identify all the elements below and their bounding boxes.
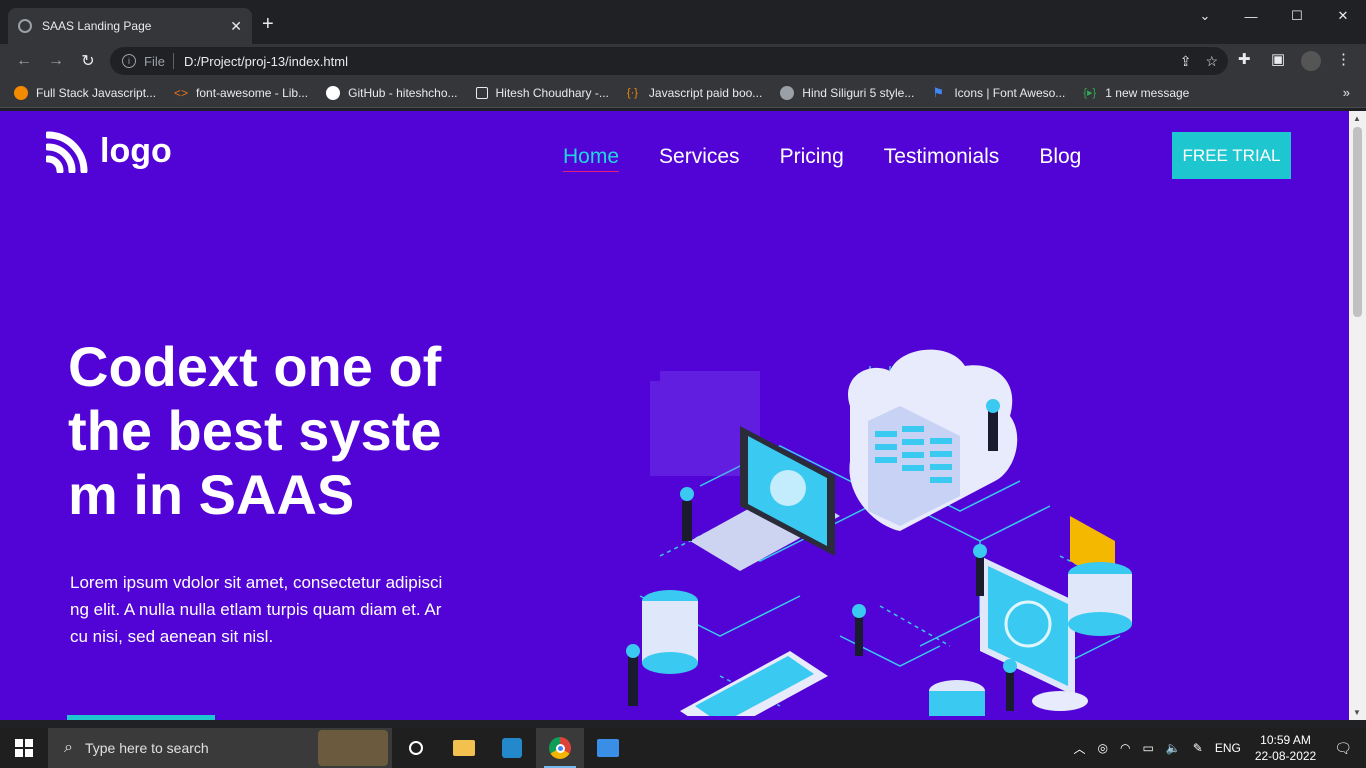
scroll-up-icon[interactable]: ▲ [1353, 114, 1361, 123]
main-nav: Home Services Pricing Testimonials Blog [563, 145, 1081, 172]
address-bar[interactable]: i File D:/Project/proj-13/index.html ⇪ ☆ [110, 47, 1228, 75]
more-bookmarks-icon[interactable]: » [1343, 85, 1350, 100]
start-button[interactable] [0, 728, 48, 768]
photos-icon[interactable] [584, 728, 632, 768]
page-icon [475, 86, 488, 99]
chevron-up-icon[interactable]: ︿ [1073, 740, 1085, 757]
tab-search-icon[interactable]: ⌄ [1182, 0, 1228, 32]
window-controls: ⌄ — ☐ ✕ [1182, 0, 1366, 32]
info-icon[interactable]: i [122, 54, 136, 68]
new-tab-button[interactable]: + [262, 14, 274, 34]
taskbar-search[interactable]: ⌕ Type here to search [48, 728, 392, 768]
code-icon: <> [174, 85, 189, 100]
scrollbar-thumb[interactable] [1353, 127, 1362, 317]
reload-icon[interactable]: ↻ [72, 51, 104, 71]
volume-icon[interactable]: 🔈 [1166, 741, 1181, 755]
cloud-network-illustration [626, 349, 1132, 716]
menu-icon[interactable]: ⋮ [1336, 50, 1351, 68]
maximize-button[interactable]: ☐ [1274, 0, 1320, 32]
minimize-button[interactable]: — [1228, 0, 1274, 32]
bookmark-item[interactable]: {·} Javascript paid boo... [627, 86, 762, 100]
logo-wave-icon [46, 131, 88, 173]
language-indicator[interactable]: ENG [1215, 741, 1241, 755]
bookmark-item[interactable]: ⚑ Icons | Font Aweso... [932, 84, 1065, 100]
divider [172, 53, 174, 69]
logo-text: logo [100, 131, 172, 170]
bookmark-star-icon[interactable]: ☆ [1205, 53, 1218, 70]
browser-tabstrip: SAAS Landing Page ✕ + ⌄ — ☐ ✕ [0, 0, 1366, 44]
globe-icon [780, 85, 795, 100]
search-highlight-image [318, 730, 388, 766]
clock-time: 10:59 AM [1260, 733, 1311, 747]
search-placeholder: Type here to search [84, 740, 209, 756]
flag-icon: ⚑ [932, 84, 944, 100]
windows-logo-icon [15, 739, 33, 757]
bookmark-item[interactable]: GitHub - hiteshcho... [326, 85, 458, 100]
nav-blog[interactable]: Blog [1039, 145, 1081, 172]
forward-icon[interactable]: → [40, 52, 72, 70]
nav-testimonials[interactable]: Testimonials [884, 145, 1000, 172]
hero-button[interactable] [67, 715, 215, 720]
nav-pricing[interactable]: Pricing [780, 145, 844, 172]
hero-title: Codext one of the best system in SAAS [68, 335, 442, 526]
github-icon [326, 85, 341, 100]
search-icon: ⌕ [64, 739, 73, 756]
profile-avatar[interactable] [1301, 51, 1321, 71]
globe-icon [18, 19, 32, 33]
page-viewport: logo Home Services Pricing Testimonials … [0, 111, 1349, 720]
page-scrollbar[interactable]: ▲ ▼ [1349, 111, 1366, 720]
bookmark-item[interactable]: <> font-awesome - Lib... [174, 86, 308, 100]
scroll-down-icon[interactable]: ▼ [1353, 708, 1361, 717]
cortana-icon[interactable] [392, 728, 440, 768]
bookmarks-bar: Full Stack Javascript... <> font-awesome … [0, 78, 1366, 108]
pen-icon[interactable]: ✎ [1193, 741, 1203, 755]
hero-text: Lorem ipsum vdolor sit amet, consectetur… [70, 573, 443, 646]
free-trial-button[interactable]: FREE TRIAL [1172, 132, 1291, 179]
side-panel-icon[interactable]: ▣ [1271, 50, 1285, 68]
browser-tab[interactable]: SAAS Landing Page ✕ [8, 8, 252, 44]
extensions-icon[interactable]: ✚ [1238, 50, 1251, 68]
clock-date: 22-08-2022 [1254, 749, 1317, 763]
tab-title: SAAS Landing Page [42, 19, 152, 33]
chrome-icon[interactable] [536, 728, 584, 768]
meet-now-icon[interactable]: ◎ [1097, 741, 1107, 755]
nav-home[interactable]: Home [563, 145, 620, 172]
back-icon[interactable]: ← [8, 52, 40, 70]
notifications-icon[interactable]: 🗨 [1334, 740, 1352, 757]
bookmark-item[interactable]: Hitesh Choudhary -... [475, 86, 609, 100]
close-tab-icon[interactable]: ✕ [230, 18, 242, 35]
bookmark-item[interactable]: Full Stack Javascript... [14, 85, 156, 100]
braces-icon: {·} [626, 86, 638, 99]
bookmark-item[interactable]: {▸} 1 new message [1083, 86, 1189, 100]
site-logo[interactable]: logo [46, 129, 172, 173]
toolbar: ← → ↻ i File D:/Project/proj-13/index.ht… [0, 44, 1366, 78]
address-url: D:/Project/proj-13/index.html [183, 53, 348, 69]
wifi-icon[interactable]: ◠ [1120, 741, 1130, 755]
share-icon[interactable]: ⇪ [1180, 53, 1192, 70]
address-scheme: File [144, 53, 165, 69]
nav-services[interactable]: Services [659, 145, 740, 172]
battery-icon[interactable]: ▭ [1142, 741, 1153, 755]
clock[interactable]: 10:59 AM 22-08-2022 [1255, 732, 1316, 764]
message-icon: {▸} [1083, 86, 1097, 99]
vscode-icon[interactable] [488, 728, 536, 768]
file-explorer-icon[interactable] [440, 728, 488, 768]
windows-taskbar: ⌕ Type here to search ︿ ◎ ◠ ▭ 🔈 ✎ ENG 10… [0, 728, 1366, 768]
system-tray: ︿ ◎ ◠ ▭ 🔈 ✎ ENG 10:59 AM 22-08-2022 🗨 [1073, 728, 1366, 768]
bookmark-item[interactable]: Hind Siliguri 5 style... [780, 85, 914, 100]
bookmark-favicon-icon [14, 85, 28, 100]
close-window-button[interactable]: ✕ [1320, 0, 1366, 32]
